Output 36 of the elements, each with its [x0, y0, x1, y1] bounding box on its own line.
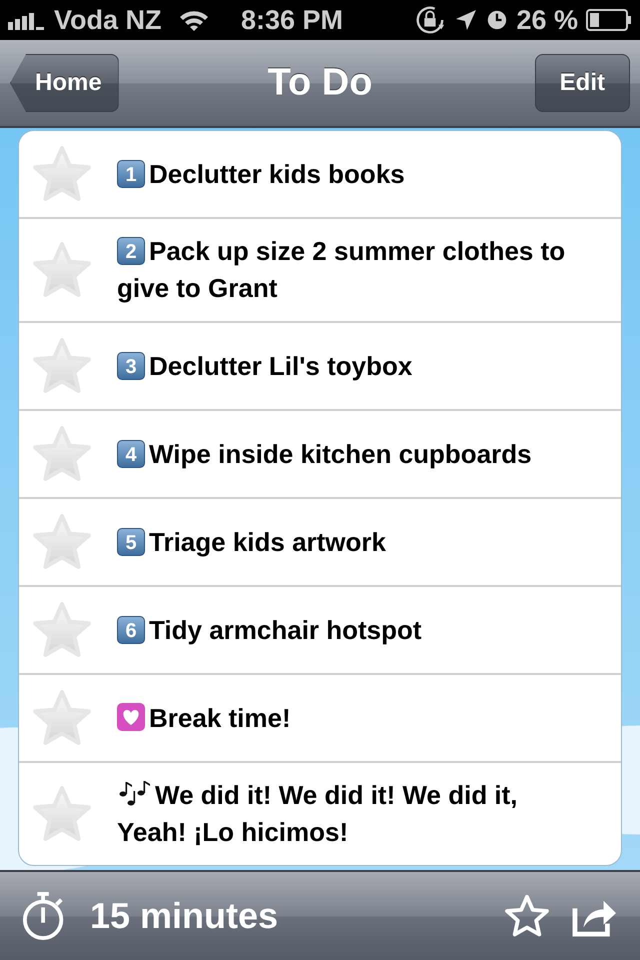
duration-label: 15 minutes	[90, 895, 278, 937]
task-text[interactable]: We did it! We did it! We did it, Yeah! ¡Lo hicimos!	[117, 777, 581, 851]
edit-button[interactable]: Edit	[534, 54, 630, 112]
battery-percent: 26 %	[516, 4, 578, 36]
task-text[interactable]: 1 Declutter kids books	[117, 156, 405, 192]
music-notes-icon	[117, 780, 151, 808]
alarm-clock-icon	[486, 9, 508, 31]
task-text[interactable]: 4 Wipe inside kitchen cupboards	[117, 436, 532, 472]
number-badge: 4	[117, 440, 145, 468]
carrier-name: Voda NZ	[54, 4, 162, 36]
nav-title: To Do	[268, 62, 372, 104]
location-arrow-icon	[454, 8, 478, 32]
star-icon[interactable]	[31, 785, 93, 843]
task-text[interactable]: 2 Pack up size 2 summer clothes to give to Grant	[117, 233, 581, 307]
signal-icon	[8, 10, 46, 30]
task-text[interactable]: Break time!	[117, 700, 291, 736]
number-badge: 1	[117, 160, 145, 188]
star-icon[interactable]	[31, 425, 93, 483]
number-badge: 6	[117, 616, 145, 644]
star-icon[interactable]	[31, 337, 93, 395]
rotation-lock-icon	[414, 4, 446, 36]
status-time: 8:36 PM	[240, 4, 343, 36]
battery-icon	[586, 9, 632, 31]
star-icon[interactable]	[31, 145, 93, 203]
star-icon[interactable]	[31, 241, 93, 299]
task-text[interactable]: 3 Declutter Lil's toybox	[117, 348, 412, 384]
star-outline-icon[interactable]	[504, 894, 550, 938]
task-text[interactable]: 5 Triage kids artwork	[117, 524, 386, 560]
number-badge: 5	[117, 528, 145, 556]
task-text[interactable]: 6 Tidy armchair hotspot	[117, 612, 422, 648]
number-badge: 3	[117, 352, 145, 380]
star-icon[interactable]	[31, 513, 93, 571]
number-badge: 2	[117, 237, 145, 265]
back-button[interactable]: Home	[10, 54, 119, 112]
star-icon[interactable]	[31, 689, 93, 747]
star-icon[interactable]	[31, 601, 93, 659]
